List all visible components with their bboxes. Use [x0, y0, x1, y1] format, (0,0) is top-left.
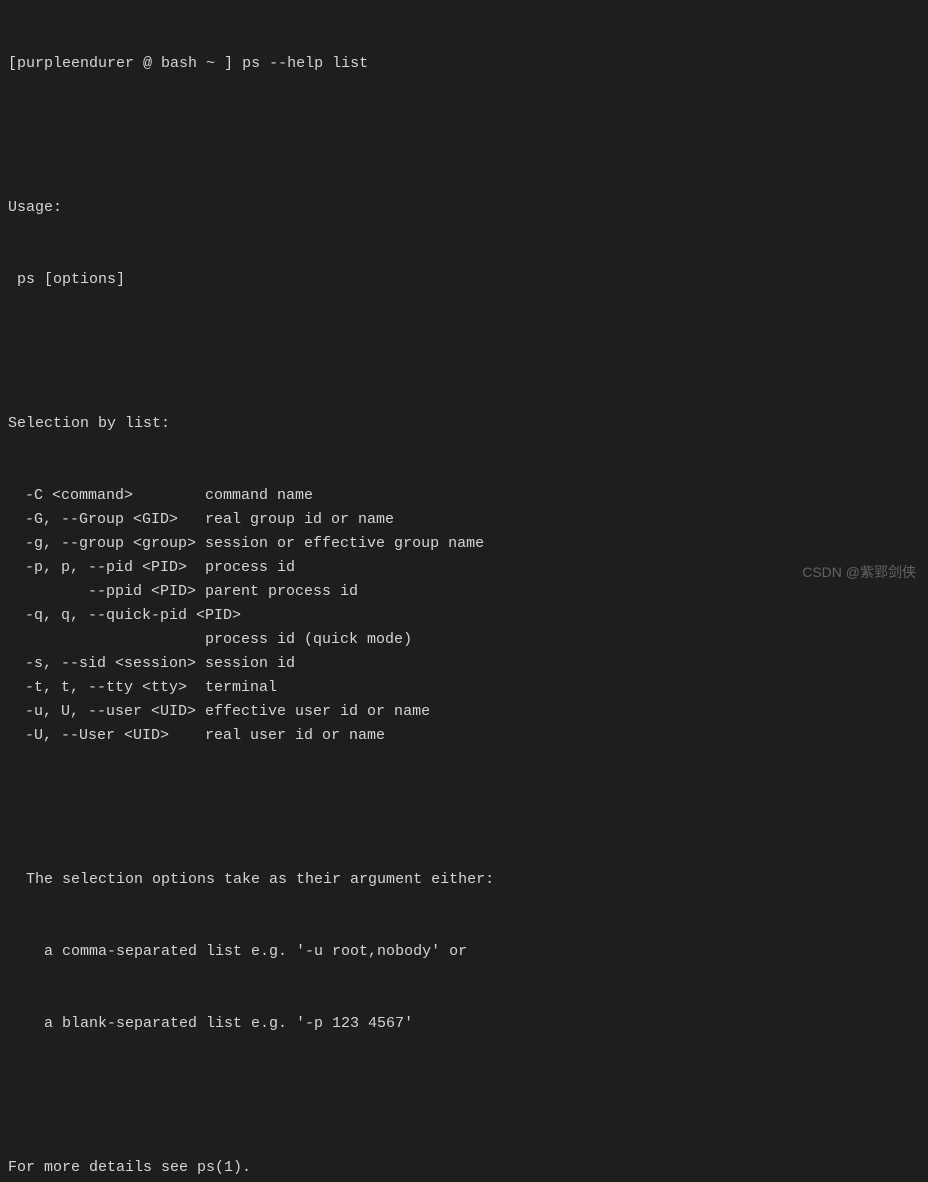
blank-line — [8, 124, 920, 148]
watermark: CSDN @紫郢剑侠 — [802, 561, 916, 583]
option-flag: -G, --Group <GID> — [8, 508, 205, 532]
option-flag: -p, p, --pid <PID> — [8, 556, 205, 580]
footer-line: For more details see ps(1). — [8, 1156, 920, 1180]
option-desc: process id (quick mode) — [205, 628, 412, 652]
option-desc: real user id or name — [205, 724, 385, 748]
option-row: -p, p, --pid <PID> process id — [8, 556, 920, 580]
option-desc: parent process id — [205, 580, 358, 604]
option-flag: -u, U, --user <UID> — [8, 700, 205, 724]
option-desc: command name — [205, 484, 313, 508]
blank-line — [8, 340, 920, 364]
option-desc: terminal — [205, 676, 277, 700]
option-row: -u, U, --user <UID> effective user id or… — [8, 700, 920, 724]
option-flag: -C <command> — [8, 484, 205, 508]
option-row: --ppid <PID> parent process id — [8, 580, 920, 604]
option-desc: effective user id or name — [205, 700, 430, 724]
option-flag: -q, q, --quick-pid <PID> — [8, 604, 241, 628]
notes-line1: a comma-separated list e.g. '-u root,nob… — [8, 940, 920, 964]
command-text: ps --help list — [242, 52, 368, 76]
notes-line2: a blank-separated list e.g. '-p 123 4567… — [8, 1012, 920, 1036]
option-row: -t, t, --tty <tty> terminal — [8, 676, 920, 700]
option-row: process id (quick mode) — [8, 628, 920, 652]
section-header: Selection by list: — [8, 412, 920, 436]
prompt-prefix: [purpleendurer @ bash ~ ] — [8, 52, 233, 76]
option-row: -U, --User <UID> real user id or name — [8, 724, 920, 748]
option-flag: -g, --group <group> — [8, 532, 205, 556]
option-desc: process id — [205, 556, 295, 580]
option-row: -g, --group <group> session or effective… — [8, 532, 920, 556]
blank-line — [8, 796, 920, 820]
option-row: -G, --Group <GID> real group id or name — [8, 508, 920, 532]
option-flag: -t, t, --tty <tty> — [8, 676, 205, 700]
blank-line — [8, 1084, 920, 1108]
option-flag: --ppid <PID> — [8, 580, 205, 604]
prompt-line-1: [purpleendurer @ bash ~ ] ps --help list — [8, 52, 920, 76]
option-flag — [8, 628, 205, 652]
options-list: -C <command> command name -G, --Group <G… — [8, 484, 920, 748]
option-desc: real group id or name — [205, 508, 394, 532]
terminal-output[interactable]: [purpleendurer @ bash ~ ] ps --help list… — [8, 4, 920, 1182]
option-flag: -U, --User <UID> — [8, 724, 205, 748]
usage-header: Usage: — [8, 196, 920, 220]
notes-intro: The selection options take as their argu… — [8, 868, 920, 892]
option-desc: session or effective group name — [205, 532, 484, 556]
option-row: -s, --sid <session> session id — [8, 652, 920, 676]
option-row: -q, q, --quick-pid <PID> — [8, 604, 920, 628]
usage-line: ps [options] — [8, 268, 920, 292]
option-desc: session id — [205, 652, 295, 676]
option-flag: -s, --sid <session> — [8, 652, 205, 676]
option-row: -C <command> command name — [8, 484, 920, 508]
